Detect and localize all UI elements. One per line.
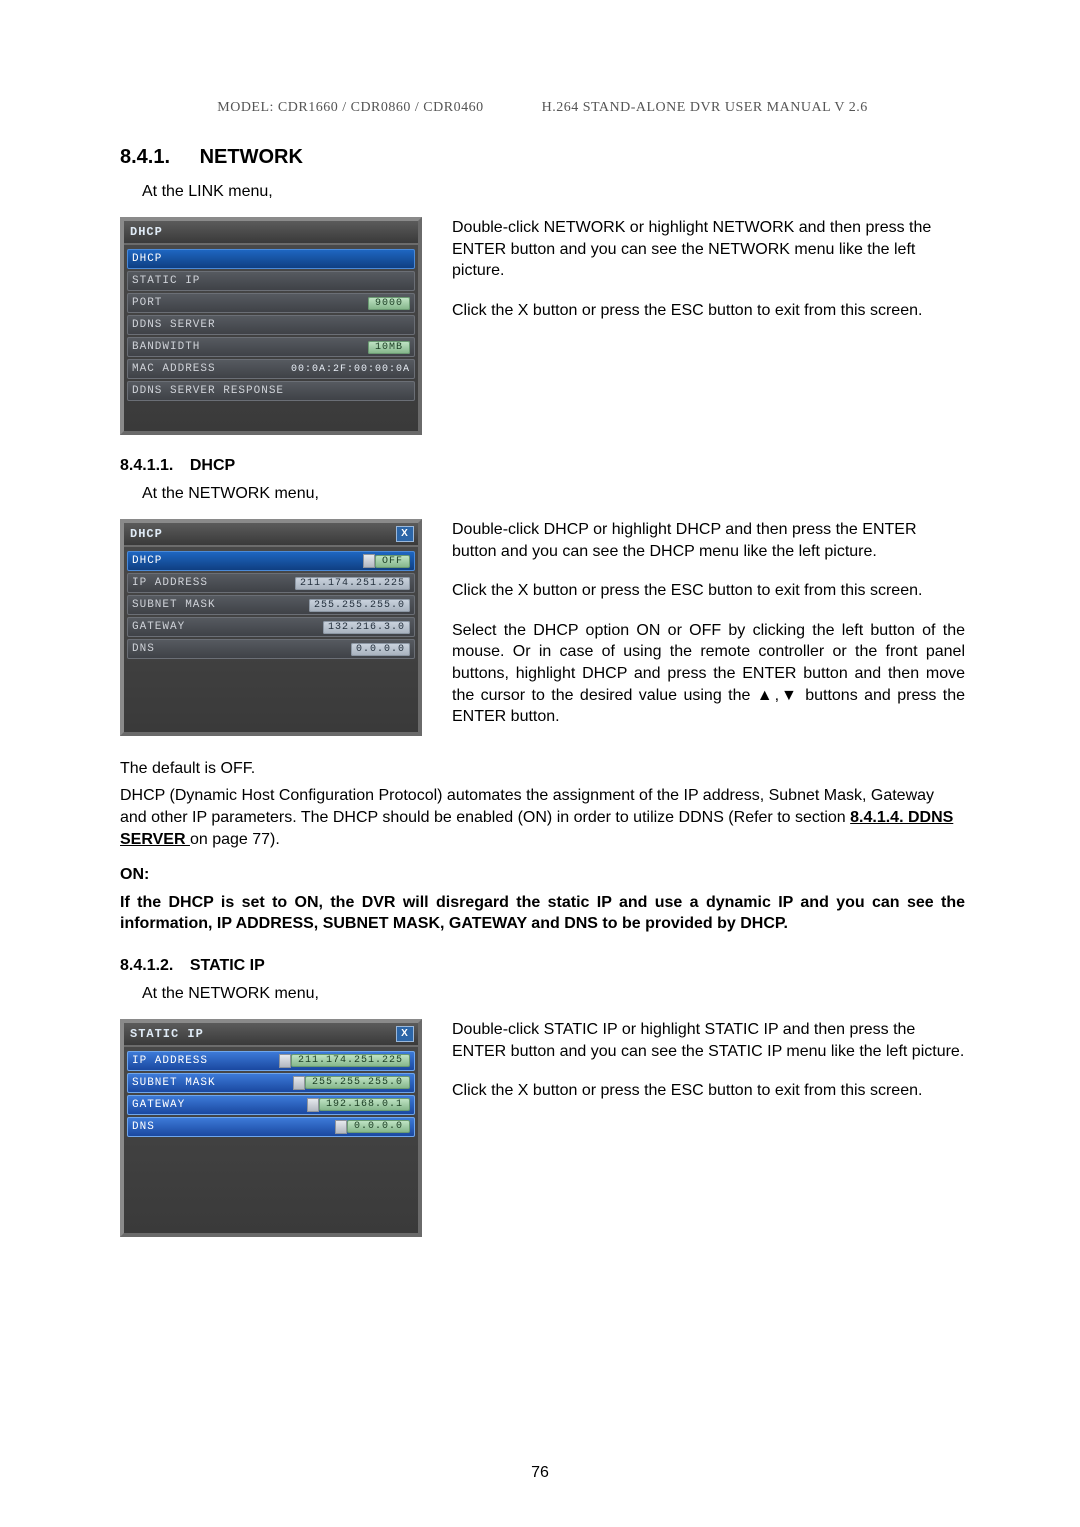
menu-item-dhcp[interactable]: DHCP	[127, 249, 415, 269]
menu-item-dhcp-toggle[interactable]: DHCP OFF	[127, 551, 415, 571]
panel-title-bar: DHCP	[124, 221, 418, 245]
slider-knob-icon[interactable]	[279, 1054, 291, 1068]
menu-item-subnet-mask[interactable]: SUBNET MASK255.255.255.0	[127, 1073, 415, 1093]
toggle-knob-icon[interactable]	[363, 554, 375, 568]
menu-item-gateway[interactable]: GATEWAY192.168.0.1	[127, 1095, 415, 1115]
network-paragraph-2: Click the X button or press the ESC butt…	[452, 300, 965, 322]
dhcp-number: 8.4.1.1.	[120, 457, 173, 475]
panel-title-bar: STATIC IP X	[124, 1023, 418, 1047]
staticip-title: STATIC IP	[190, 957, 265, 974]
section-number: 8.4.1.	[120, 146, 170, 169]
menu-item-port[interactable]: PORT9000	[127, 293, 415, 313]
dhcp-on-label: ON:	[120, 864, 965, 886]
dhcp-paragraph-1: Double-click DHCP or highlight DHCP and …	[452, 519, 965, 562]
network-menu-panel: DHCP DHCP STATIC IP PORT9000 DDNS SERVER…	[120, 217, 422, 435]
dhcp-default: The default is OFF.	[120, 758, 965, 780]
page-header: MODEL: CDR1660 / CDR0860 / CDR0460 H.264…	[120, 100, 965, 116]
menu-item-ip-address[interactable]: IP ADDRESS211.174.251.225	[127, 1051, 415, 1071]
section-intro: At the LINK menu,	[142, 183, 965, 201]
menu-item-bandwidth[interactable]: BANDWIDTH10MB	[127, 337, 415, 357]
slider-knob-icon[interactable]	[335, 1120, 347, 1134]
menu-item-subnet-mask[interactable]: SUBNET MASK255.255.255.0	[127, 595, 415, 615]
dhcp-title: DHCP	[190, 457, 235, 474]
staticip-intro: At the NETWORK menu,	[142, 985, 965, 1003]
dhcp-paragraph-3: Select the DHCP option ON or OFF by clic…	[452, 620, 965, 728]
menu-item-dns[interactable]: DNS0.0.0.0	[127, 639, 415, 659]
dhcp-explain: DHCP (Dynamic Host Configuration Protoco…	[120, 785, 965, 850]
slider-knob-icon[interactable]	[293, 1076, 305, 1090]
dhcp-menu-panel: DHCP X DHCP OFF IP ADDRESS211.174.251.22…	[120, 519, 422, 736]
page-number: 76	[0, 1464, 1080, 1482]
header-manual: H.264 STAND-ALONE DVR USER MANUAL V 2.6	[542, 100, 868, 115]
section-title: NETWORK	[200, 146, 303, 168]
dhcp-paragraph-2: Click the X button or press the ESC butt…	[452, 580, 965, 602]
section-heading: 8.4.1. NETWORK	[120, 146, 965, 169]
dhcp-on-note: If the DHCP is set to ON, the DVR will d…	[120, 892, 965, 935]
menu-item-ddns-response[interactable]: DDNS SERVER RESPONSE	[127, 381, 415, 401]
header-model: MODEL: CDR1660 / CDR0860 / CDR0460	[217, 100, 483, 115]
staticip-paragraph-2: Click the X button or press the ESC butt…	[452, 1080, 965, 1102]
panel-title-bar: DHCP X	[124, 523, 418, 547]
menu-item-ddns-server[interactable]: DDNS SERVER	[127, 315, 415, 335]
dhcp-heading: 8.4.1.1. DHCP	[120, 457, 965, 475]
staticip-number: 8.4.1.2.	[120, 957, 173, 975]
close-icon[interactable]: X	[396, 526, 414, 542]
slider-knob-icon[interactable]	[307, 1098, 319, 1112]
staticip-menu-panel: STATIC IP X IP ADDRESS211.174.251.225 SU…	[120, 1019, 422, 1237]
panel-title: STATIC IP	[130, 1027, 204, 1041]
menu-item-gateway[interactable]: GATEWAY132.216.3.0	[127, 617, 415, 637]
staticip-paragraph-1: Double-click STATIC IP or highlight STAT…	[452, 1019, 965, 1062]
staticip-heading: 8.4.1.2. STATIC IP	[120, 957, 965, 975]
dhcp-intro: At the NETWORK menu,	[142, 485, 965, 503]
panel-title: DHCP	[130, 225, 163, 239]
menu-item-static-ip[interactable]: STATIC IP	[127, 271, 415, 291]
close-icon[interactable]: X	[396, 1026, 414, 1042]
network-paragraph-1: Double-click NETWORK or highlight NETWOR…	[452, 217, 965, 282]
menu-item-dns[interactable]: DNS0.0.0.0	[127, 1117, 415, 1137]
menu-item-ip-address[interactable]: IP ADDRESS211.174.251.225	[127, 573, 415, 593]
menu-item-mac-address[interactable]: MAC ADDRESS00:0A:2F:00:00:0A	[127, 359, 415, 379]
panel-title: DHCP	[130, 527, 163, 541]
